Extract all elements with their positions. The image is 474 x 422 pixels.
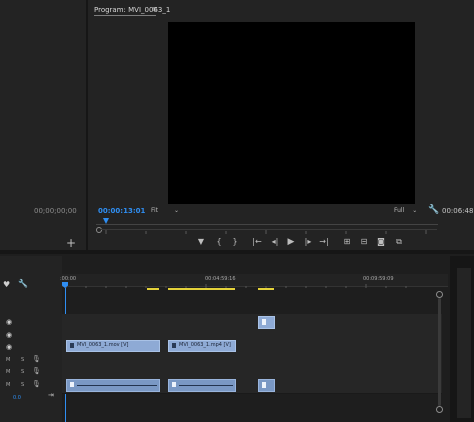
video-clip-small[interactable] xyxy=(258,316,275,329)
video-clip-mp4-label: MVI_0063_1.mp4 [V] xyxy=(179,342,231,348)
clip-thumbnail-icon xyxy=(262,382,266,388)
fx-icon xyxy=(70,343,74,348)
audio-waveform xyxy=(77,385,157,386)
add-button[interactable]: + xyxy=(66,236,76,250)
video-clip-mp4[interactable]: MVI_0063_1.mp4 [V] xyxy=(168,340,236,352)
fit-dropdown[interactable]: Fit ⌄ xyxy=(151,207,179,214)
quality-label: Full xyxy=(394,207,405,214)
scrollbar-handle-top[interactable] xyxy=(436,291,443,298)
audio-clip-mp4[interactable] xyxy=(168,379,236,392)
wrench-icon[interactable]: 🔧 xyxy=(428,205,439,215)
fit-label: Fit xyxy=(151,207,159,214)
timeline-vertical-scrollbar[interactable] xyxy=(438,298,441,406)
tab-underline xyxy=(94,15,156,16)
zoom-scroll-bar[interactable] xyxy=(101,229,437,230)
solo-button[interactable]: S xyxy=(21,357,24,363)
duration-timecode: 00:06:48: xyxy=(442,207,474,215)
solo-button[interactable]: S xyxy=(21,369,24,375)
export-frame-button[interactable]: ◙ xyxy=(375,236,387,248)
snap-icon[interactable]: ♥ xyxy=(3,280,10,289)
eye-icon[interactable]: ◉ xyxy=(6,343,12,351)
step-forward-button[interactable]: |▸ xyxy=(302,236,314,248)
mark-in-button[interactable]: { xyxy=(213,236,225,248)
go-to-out-button[interactable]: →| xyxy=(318,236,330,248)
render-bar-segment xyxy=(147,288,159,290)
fx-icon xyxy=(70,382,74,387)
button-editor-button[interactable]: ⧉ xyxy=(393,236,405,248)
audio-meter xyxy=(457,268,471,418)
video-frame[interactable] xyxy=(168,22,415,204)
video-clip-mov-label: MVI_0063_1.mov [V] xyxy=(77,342,129,348)
monitor-time-ruler[interactable] xyxy=(96,219,438,234)
mute-button[interactable]: M xyxy=(6,369,10,375)
clip-thumbnail-icon xyxy=(262,319,266,325)
step-back-button[interactable]: ◂| xyxy=(269,236,281,248)
master-volume-value[interactable]: 0.0 xyxy=(13,395,21,401)
fx-icon xyxy=(172,382,176,387)
zoom-scroll-handle[interactable] xyxy=(96,227,102,233)
render-bar-segment xyxy=(168,288,235,290)
ruler-label-start: :00:00 xyxy=(60,276,77,282)
mark-out-button[interactable]: } xyxy=(229,236,241,248)
timeline-ruler-ticks xyxy=(65,284,407,288)
eye-icon[interactable]: ◉ xyxy=(6,318,12,326)
ruler-label-mid: 00:04:59:16 xyxy=(205,276,236,282)
mute-button[interactable]: M xyxy=(6,357,10,363)
audio-clip-mov[interactable] xyxy=(66,379,160,392)
solo-button[interactable]: S xyxy=(21,382,24,388)
add-marker-button[interactable]: ▼ xyxy=(195,236,207,248)
video-clip-mov[interactable]: MVI_0063_1.mov [V] xyxy=(66,340,160,352)
microphone-icon[interactable]: 🎙 xyxy=(32,380,41,388)
mute-button[interactable]: M xyxy=(6,382,10,388)
chevron-down-icon: ⌄ xyxy=(412,207,418,214)
quality-dropdown[interactable]: Full ⌄ xyxy=(394,207,417,214)
program-monitor-tab[interactable]: Program: MVI_0063_1 xyxy=(94,6,170,14)
chevron-down-icon: ⌄ xyxy=(173,207,179,214)
eye-icon[interactable]: ◉ xyxy=(6,331,12,339)
source-timecode: 00;00;00;00 xyxy=(34,207,77,215)
timeline-wrench-icon[interactable]: 🔧 xyxy=(18,279,28,288)
audio-waveform xyxy=(179,385,233,386)
audio-clip-small[interactable] xyxy=(258,379,275,392)
go-to-in-button[interactable]: |← xyxy=(251,236,263,248)
fx-icon xyxy=(172,343,176,348)
microphone-icon[interactable]: 🎙 xyxy=(32,367,41,375)
ruler-label-end: 00:09:59:09 xyxy=(363,276,394,282)
scrollbar-handle-bottom[interactable] xyxy=(436,406,443,413)
current-timecode[interactable]: 00:00:13:01 xyxy=(98,207,145,215)
microphone-icon[interactable]: 🎙 xyxy=(32,355,41,363)
insert-button[interactable]: ⊞ xyxy=(341,236,353,248)
panel-menu-icon[interactable]: ≡ xyxy=(152,5,158,13)
go-to-end-icon[interactable]: ⇥ xyxy=(48,391,54,399)
overwrite-button[interactable]: ⊟ xyxy=(358,236,370,248)
play-button[interactable]: ▶ xyxy=(285,236,297,248)
render-bar-segment xyxy=(258,288,274,290)
